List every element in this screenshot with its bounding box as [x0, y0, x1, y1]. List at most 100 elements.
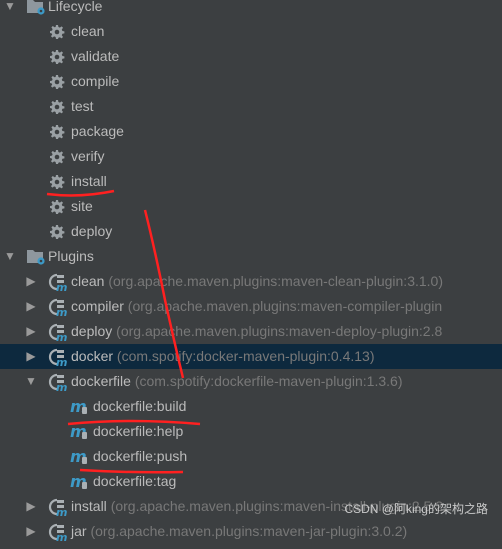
node-name: clean — [71, 273, 105, 289]
plugin-coordinates: (org.apache.maven.plugins:maven-jar-plug… — [90, 523, 408, 539]
plugin-coordinates: (org.apache.maven.plugins:maven-compiler… — [127, 298, 443, 314]
watermark: CSDN @阿king的架构之路 — [344, 502, 488, 516]
plugin-deploy[interactable]: ▶ m deploy (org.apache.maven.plugins:maven… — [0, 319, 502, 344]
collapse-arrow-icon[interactable]: ▼ — [25, 369, 37, 394]
plugin-coordinates: (org.apache.maven.plugins:maven-deploy-p… — [116, 323, 443, 339]
node-name: verify — [71, 148, 105, 164]
node-name: install — [71, 173, 107, 189]
plugin-coordinates: (com.spotify:docker-maven-plugin:0.4.13) — [116, 348, 375, 364]
expand-arrow-icon[interactable]: ▶ — [25, 344, 37, 369]
node-label: compile — [71, 69, 119, 94]
node-label: install — [71, 169, 107, 194]
expand-arrow-icon[interactable]: ▶ — [25, 519, 37, 544]
node-name: dockerfile — [71, 373, 131, 389]
svg-text:m: m — [56, 306, 67, 316]
node-label: deploy — [71, 219, 112, 244]
node-name: test — [71, 98, 94, 114]
node-name: dockerfile:build — [93, 398, 187, 414]
node-label: dockerfile:tag — [93, 469, 176, 494]
node-label: test — [71, 94, 94, 119]
lifecycle-phase-install[interactable]: install — [0, 169, 502, 194]
maven-plugin-icon: m — [48, 323, 67, 344]
svg-text:m: m — [56, 381, 67, 391]
node-name: site — [71, 198, 93, 214]
lifecycle-phase-package[interactable]: package — [0, 119, 502, 144]
lifecycle-phase-compile[interactable]: compile — [0, 69, 502, 94]
collapse-arrow-icon[interactable]: ▼ — [4, 0, 16, 19]
node-label: jar (org.apache.maven.plugins:maven-jar-… — [71, 519, 407, 544]
node-label: package — [71, 119, 124, 144]
node-label: dockerfile:push — [93, 444, 187, 469]
lifecycle-folder-icon — [26, 0, 45, 15]
lifecycle-phase-verify[interactable]: verify — [0, 144, 502, 169]
lifecycle-phase-test[interactable]: test — [0, 94, 502, 119]
gear-icon — [49, 173, 67, 190]
maven-plugin-icon: m — [48, 498, 67, 519]
gear-icon — [49, 73, 67, 90]
plugin-compiler[interactable]: ▶ m compiler (org.apache.maven.plugins:mav… — [0, 294, 502, 319]
node-label: deploy (org.apache.maven.plugins:maven-d… — [71, 319, 442, 344]
gear-icon — [49, 48, 67, 65]
node-name: clean — [71, 23, 105, 39]
goal-dockerfile-help[interactable]: m dockerfile:help — [0, 419, 502, 444]
plugins-folder-icon — [26, 248, 45, 265]
plugin-jar[interactable]: ▶ m jar (org.apache.maven.plugins:maven-ja… — [0, 519, 502, 544]
node-label: dockerfile:build — [93, 394, 186, 419]
node-label: Plugins — [48, 244, 94, 269]
node-label: validate — [71, 44, 119, 69]
gear-icon — [49, 98, 67, 115]
plugin-coordinates: (com.spotify:dockerfile-maven-plugin:1.3… — [134, 373, 403, 389]
node-label: compiler (org.apache.maven.plugins:maven… — [71, 294, 442, 319]
svg-text:m: m — [56, 531, 67, 541]
node-name: Lifecycle — [48, 0, 103, 14]
maven-plugin-icon: m — [48, 348, 67, 369]
lifecycle-phase-clean[interactable]: clean — [0, 19, 502, 44]
node-name: dockerfile:tag — [93, 473, 177, 489]
node-name: package — [71, 123, 124, 139]
node-name: compiler — [71, 298, 124, 314]
plugin-dockerfile[interactable]: ▼ m dockerfile (com.spotify:dockerfile-mav… — [0, 369, 502, 394]
maven-plugin-icon: m — [48, 273, 67, 294]
node-name: jar — [71, 523, 87, 539]
node-label: dockerfile (com.spotify:dockerfile-maven… — [71, 369, 402, 394]
maven-plugin-icon: m — [48, 373, 67, 394]
node-name: Plugins — [48, 248, 94, 264]
node-label: clean (org.apache.maven.plugins:maven-cl… — [71, 269, 443, 294]
plugin-coordinates: (org.apache.maven.plugins:maven-clean-pl… — [108, 273, 443, 289]
plugins-node[interactable]: ▼ Plugins — [0, 244, 502, 269]
maven-goal-icon: m — [70, 422, 88, 441]
goal-dockerfile-build[interactable]: m dockerfile:build — [0, 394, 502, 419]
goal-dockerfile-push[interactable]: m dockerfile:push — [0, 444, 502, 469]
node-label: verify — [71, 144, 104, 169]
gear-icon — [49, 123, 67, 140]
node-name: validate — [71, 48, 120, 64]
collapse-arrow-icon[interactable]: ▼ — [4, 244, 16, 269]
plugin-clean[interactable]: ▶ m clean (org.apache.maven.plugins:maven-… — [0, 269, 502, 294]
expand-arrow-icon[interactable]: ▶ — [25, 269, 37, 294]
node-label: dockerfile:help — [93, 419, 183, 444]
gear-icon — [49, 198, 67, 215]
lifecycle-phase-validate[interactable]: validate — [0, 44, 502, 69]
node-label: Lifecycle — [48, 0, 102, 19]
expand-arrow-icon[interactable]: ▶ — [25, 294, 37, 319]
node-name: install — [71, 498, 107, 514]
maven-plugin-icon: m — [48, 298, 67, 319]
node-label: docker (com.spotify:docker-maven-plugin:… — [71, 344, 374, 369]
goal-dockerfile-tag[interactable]: m dockerfile:tag — [0, 469, 502, 494]
node-name: compile — [71, 73, 120, 89]
maven-goal-icon: m — [70, 447, 88, 466]
maven-tree: ▼ Lifecycle clean validate compile test packag… — [0, 0, 502, 544]
lifecycle-phase-site[interactable]: site — [0, 194, 502, 219]
lifecycle-node[interactable]: ▼ Lifecycle — [0, 0, 502, 19]
svg-text:m: m — [56, 281, 67, 291]
svg-text:m: m — [56, 331, 67, 341]
expand-arrow-icon[interactable]: ▶ — [25, 494, 37, 519]
node-name: deploy — [71, 223, 113, 239]
maven-goal-icon: m — [70, 397, 88, 416]
maven-plugin-icon: m — [48, 523, 67, 544]
plugin-docker[interactable]: ▶ m docker (com.spotify:docker-maven-plugi… — [0, 344, 502, 369]
node-name: docker — [71, 348, 114, 364]
lifecycle-phase-deploy[interactable]: deploy — [0, 219, 502, 244]
expand-arrow-icon[interactable]: ▶ — [25, 319, 37, 344]
node-label: site — [71, 194, 93, 219]
